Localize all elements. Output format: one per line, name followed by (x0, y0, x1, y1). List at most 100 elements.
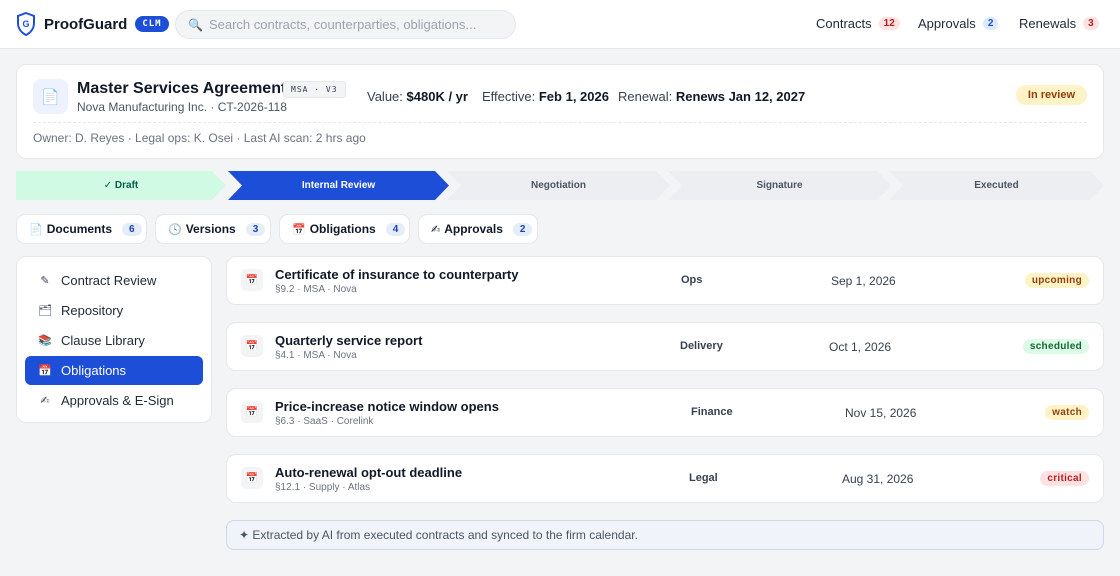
tab-obligations[interactable]: 📅 Obligations 4 (279, 214, 410, 244)
status-badge: In review (1015, 85, 1087, 105)
obligation-title: Certificate of insurance to counterparty (275, 267, 519, 282)
stage-progress: ✓ Draft Internal Review Negotiation Sign… (16, 171, 1104, 200)
tab-label: Approvals (444, 222, 503, 236)
status-badge: critical (1040, 471, 1089, 486)
count-badge: 3 (1083, 17, 1099, 30)
meta-value: Renews Jan 12, 2027 (675, 89, 806, 104)
ai-extraction-note: ✦ Extracted by AI from executed contract… (226, 520, 1104, 550)
meta-label: Value: (367, 89, 403, 104)
nav-label: Contracts (816, 16, 872, 31)
contract-value: Value: $480K / yr (367, 89, 468, 104)
shield-logo-icon: G (17, 12, 35, 36)
calendar-icon: 📅 (241, 269, 263, 291)
sidebar: ✎ Contract Review 🗂 Repository 📚 Clause … (16, 256, 212, 423)
pen-icon: ✎ (40, 275, 50, 287)
obligation-row[interactable]: 📅 Price-increase notice window opens §6.… (226, 388, 1104, 437)
tab-label: Documents (46, 222, 113, 236)
sidebar-item-label: Repository (61, 303, 124, 318)
search-icon: 🔍 (188, 17, 203, 32)
divider (33, 122, 1087, 123)
app-badge: CLM (135, 16, 169, 32)
sidebar-item-repository[interactable]: 🗂 Repository (25, 296, 203, 325)
stage-negotiation[interactable]: Negotiation (447, 171, 670, 200)
obligation-title: Quarterly service report (275, 333, 423, 348)
document-icon: 📄 (33, 79, 68, 114)
tab-documents[interactable]: 📄 Documents 6 (16, 214, 147, 244)
obligation-owner: Legal (689, 472, 718, 484)
contract-subtitle: Nova Manufacturing Inc. · CT-2026-118 (77, 100, 287, 114)
obligation-reference: §4.1 · MSA · Nova (275, 350, 357, 361)
folder-icon: 🗂 (38, 305, 52, 317)
calendar-icon: 📅 (241, 467, 263, 489)
brand[interactable]: G ProofGuard CLM (16, 12, 169, 36)
stage-executed[interactable]: Executed (889, 171, 1104, 200)
stage-signature[interactable]: Signature (668, 171, 891, 200)
signature-icon: ✍ (431, 223, 441, 236)
svg-text:G: G (22, 19, 29, 29)
status-badge: scheduled (1022, 339, 1089, 354)
count-badge: 12 (878, 17, 900, 30)
tab-label: Obligations (309, 222, 376, 236)
stage-internal-review[interactable]: Internal Review (228, 171, 449, 200)
obligation-reference: §12.1 · Supply · Atlas (275, 482, 371, 493)
top-bar: G ProofGuard CLM 🔍 Contracts 12 Approval… (0, 0, 1120, 49)
obligation-title: Auto-renewal opt-out deadline (275, 465, 463, 480)
tab-versions[interactable]: 🕓 Versions 3 (155, 214, 271, 244)
obligation-reference: §9.2 · MSA · Nova (275, 284, 357, 295)
nav-label: Approvals (918, 16, 976, 31)
obligation-date: Sep 1, 2026 (831, 274, 896, 288)
obligation-date: Nov 15, 2026 (845, 406, 917, 420)
count-badge: 2 (512, 222, 533, 236)
status-badge: upcoming (1024, 273, 1089, 288)
meta-value: $480K / yr (406, 89, 468, 104)
obligation-date: Oct 1, 2026 (829, 340, 892, 354)
contract-renewal: Renewal: Renews Jan 12, 2027 (618, 89, 805, 104)
count-badge: 6 (122, 222, 142, 236)
calendar-icon: 📅 (241, 401, 263, 423)
calendar-icon: 📅 (292, 223, 306, 236)
stage-draft[interactable]: ✓ Draft (16, 171, 226, 200)
nav-contracts[interactable]: Contracts 12 (816, 16, 900, 31)
nav-renewals[interactable]: Renewals 3 (1019, 16, 1099, 31)
books-icon: 📚 (38, 335, 52, 347)
obligation-row[interactable]: 📅 Quarterly service report §4.1 · MSA · … (226, 322, 1104, 371)
sidebar-item-label: Contract Review (61, 273, 157, 288)
sidebar-item-obligations[interactable]: 📅 Obligations (25, 356, 203, 385)
tab-label: Versions (185, 222, 236, 236)
sidebar-item-label: Approvals & E-Sign (61, 393, 174, 408)
obligation-date: Aug 31, 2026 (842, 472, 914, 486)
meta-value: Feb 1, 2026 (538, 89, 609, 104)
owner-line: Owner: D. Reyes · Legal ops: K. Osei · L… (33, 131, 366, 145)
count-badge: 3 (245, 222, 266, 236)
calendar-icon: 📅 (241, 335, 263, 357)
obligation-owner: Delivery (680, 340, 723, 352)
search-input[interactable] (208, 17, 499, 32)
sidebar-item-approvals-esign[interactable]: ✍ Approvals & E-Sign (25, 386, 203, 415)
calendar-icon: 📅 (38, 365, 52, 377)
signature-icon: ✍ (40, 395, 50, 407)
tab-approvals[interactable]: ✍ Approvals 2 (418, 214, 538, 244)
document-icon: 📄 (29, 223, 43, 236)
contract-header-card: 📄 Master Services Agreement MSA · V3 Nov… (16, 64, 1104, 159)
meta-label: Effective: (482, 89, 536, 104)
obligation-title: Price-increase notice window opens (275, 399, 499, 414)
meta-label: Renewal: (618, 89, 673, 104)
contract-effective: Effective: Feb 1, 2026 (482, 89, 609, 104)
obligation-row[interactable]: 📅 Certificate of insurance to counterpar… (226, 256, 1104, 305)
obligation-owner: Ops (681, 274, 703, 286)
app-name: ProofGuard (44, 15, 128, 33)
clock-icon: 🕓 (168, 223, 182, 236)
sidebar-item-label: Obligations (61, 363, 127, 378)
sidebar-item-contract-review[interactable]: ✎ Contract Review (25, 266, 203, 295)
obligation-owner: Finance (691, 406, 733, 418)
contract-version-tag: MSA · V3 (283, 81, 346, 98)
count-badge: 4 (385, 222, 406, 236)
count-badge: 2 (982, 17, 999, 30)
search-box[interactable]: 🔍 (175, 10, 516, 39)
status-badge: watch (1045, 405, 1089, 420)
contract-title: Master Services Agreement (77, 80, 287, 97)
obligation-row[interactable]: 📅 Auto-renewal opt-out deadline §12.1 · … (226, 454, 1104, 503)
sidebar-item-label: Clause Library (61, 333, 145, 348)
nav-approvals[interactable]: Approvals 2 (918, 16, 999, 31)
sidebar-item-clause-library[interactable]: 📚 Clause Library (25, 326, 203, 355)
